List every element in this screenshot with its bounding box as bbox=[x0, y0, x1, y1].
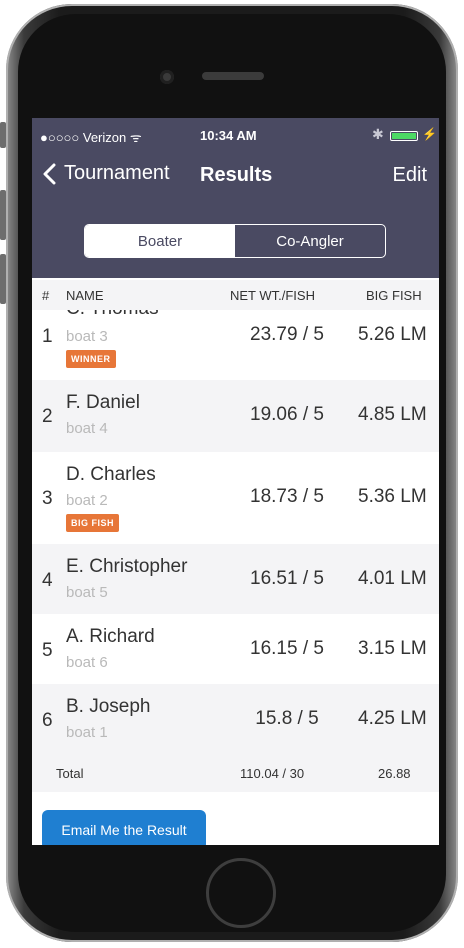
back-button[interactable]: Tournament bbox=[42, 162, 170, 185]
table-row[interactable]: C. Thomas 1 boat 3 WINNER 23.79 / 5 5.26… bbox=[32, 310, 439, 380]
earpiece-speaker bbox=[202, 72, 264, 80]
boat-label: boat 1 bbox=[66, 724, 108, 741]
net-weight: 16.51 / 5 bbox=[250, 568, 324, 589]
boat-label: boat 5 bbox=[66, 584, 108, 601]
table-row[interactable]: E. Christopher 4 boat 5 16.51 / 5 4.01 L… bbox=[32, 544, 439, 614]
home-button[interactable] bbox=[206, 858, 276, 928]
nav-bar: Tournament Results Edit bbox=[32, 160, 439, 190]
big-fish: 4.01 LM bbox=[358, 568, 427, 589]
angler-name: E. Christopher bbox=[66, 556, 188, 577]
big-fish: 5.26 LM bbox=[358, 324, 427, 345]
volume-up-button bbox=[0, 190, 6, 240]
segmented-control: Boater Co-Angler bbox=[84, 224, 386, 258]
segment-boater[interactable]: Boater bbox=[85, 225, 235, 257]
total-big-fish: 26.88 bbox=[378, 766, 411, 781]
net-weight: 15.8 / 5 bbox=[255, 708, 319, 729]
angler-name: C. Thomas bbox=[66, 310, 159, 320]
angler-name: F. Daniel bbox=[66, 392, 140, 413]
net-weight: 16.15 / 5 bbox=[250, 638, 324, 659]
edit-button[interactable]: Edit bbox=[393, 164, 427, 187]
header-rank: # bbox=[42, 288, 50, 303]
angler-name: B. Joseph bbox=[66, 696, 151, 717]
boat-label: boat 6 bbox=[66, 654, 108, 671]
rank-number: 3 bbox=[42, 488, 53, 509]
bluetooth-icon: ✱ bbox=[372, 126, 384, 142]
volume-down-button bbox=[0, 254, 6, 304]
net-weight: 18.73 / 5 bbox=[250, 486, 324, 507]
big-fish: 4.85 LM bbox=[358, 404, 427, 425]
table-row[interactable]: F. Daniel 2 boat 4 19.06 / 5 4.85 LM bbox=[32, 380, 439, 452]
rank-number: 2 bbox=[42, 406, 53, 427]
header-big-fish: BIG FISH bbox=[366, 288, 422, 303]
mute-switch bbox=[0, 122, 6, 148]
status-time: 10:34 AM bbox=[200, 128, 257, 143]
header-name: NAME bbox=[66, 288, 104, 303]
big-fish-badge: BIG FISH bbox=[66, 514, 120, 532]
winner-badge: WINNER bbox=[66, 350, 116, 368]
total-row: Total 110.04 / 30 26.88 bbox=[32, 752, 439, 792]
carrier-signal: ●○○○○ Verizon ᯤ bbox=[40, 130, 142, 145]
boat-label: boat 3 bbox=[66, 328, 108, 345]
big-fish: 5.36 LM bbox=[358, 486, 427, 507]
chevron-left-icon bbox=[43, 163, 56, 184]
boat-label: boat 4 bbox=[66, 420, 108, 437]
table-row[interactable]: B. Joseph 6 boat 1 15.8 / 5 4.25 LM bbox=[32, 684, 439, 752]
total-label: Total bbox=[56, 766, 84, 781]
email-result-button[interactable]: Email Me the Result bbox=[42, 810, 206, 845]
table-header: # NAME NET WT./FISH BIG FISH bbox=[32, 280, 439, 310]
header-net-weight: NET WT./FISH bbox=[230, 288, 315, 303]
page-title: Results bbox=[200, 164, 273, 186]
net-weight: 23.79 / 5 bbox=[250, 324, 324, 345]
battery-icon bbox=[390, 131, 418, 141]
charging-icon: ⚡ bbox=[422, 127, 437, 141]
boat-label: boat 2 bbox=[66, 492, 108, 509]
results-table: C. Thomas 1 boat 3 WINNER 23.79 / 5 5.26… bbox=[32, 310, 439, 845]
back-label: Tournament bbox=[64, 162, 170, 184]
rank-number: 6 bbox=[42, 710, 53, 731]
angler-name: A. Richard bbox=[66, 626, 155, 647]
status-bar: ●○○○○ Verizon ᯤ 10:34 AM ✱ ⚡ bbox=[32, 126, 439, 145]
net-weight: 19.06 / 5 bbox=[250, 404, 324, 425]
rank-number: 1 bbox=[42, 326, 53, 347]
big-fish: 3.15 LM bbox=[358, 638, 427, 659]
rank-number: 4 bbox=[42, 570, 53, 591]
table-row[interactable]: A. Richard 5 boat 6 16.15 / 5 3.15 LM bbox=[32, 614, 439, 684]
app-screen: ●○○○○ Verizon ᯤ 10:34 AM ✱ ⚡ Tournament … bbox=[32, 118, 439, 845]
rank-number: 5 bbox=[42, 640, 53, 661]
angler-name: D. Charles bbox=[66, 464, 156, 485]
segment-co-angler[interactable]: Co-Angler bbox=[235, 225, 385, 257]
table-row[interactable]: D. Charles 3 boat 2 BIG FISH 18.73 / 5 5… bbox=[32, 452, 439, 544]
big-fish: 4.25 LM bbox=[358, 708, 427, 729]
camera bbox=[160, 70, 174, 84]
total-net-weight: 110.04 / 30 bbox=[240, 766, 305, 781]
navigation-header: ●○○○○ Verizon ᯤ 10:34 AM ✱ ⚡ Tournament … bbox=[32, 118, 439, 278]
